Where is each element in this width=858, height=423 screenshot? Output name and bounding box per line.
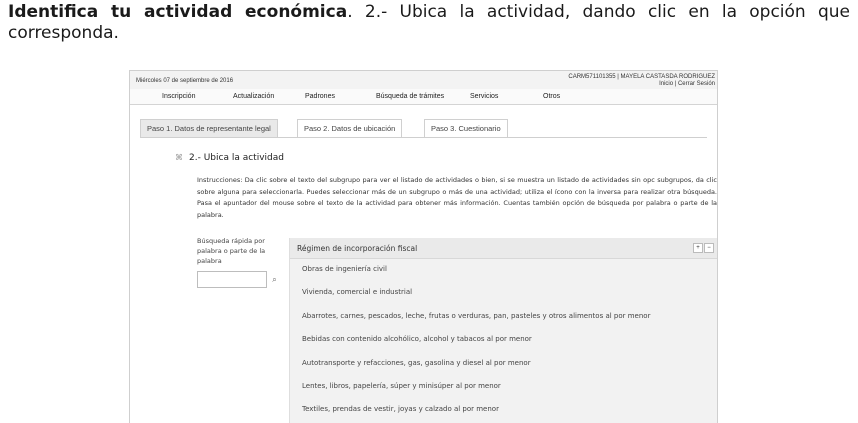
user-info: CARM571101355 | MAYELA CASTASDA RODRIGUE… <box>568 74 715 88</box>
current-date: Miércoles 07 de septiembre de 2016 <box>136 78 234 84</box>
menu-item-otros[interactable]: Otros <box>543 93 560 100</box>
section-title: ⌘ 2.- Ubica la actividad <box>175 153 284 163</box>
list-item[interactable]: Obras de ingeniería civil <box>290 258 717 281</box>
menu-item-busqueda-tramites[interactable]: Búsqueda de trámites <box>376 93 444 100</box>
list-item[interactable]: Autotransporte y refacciones, gas, gasol… <box>290 352 717 375</box>
user-name: CARM571101355 | MAYELA CASTASDA RODRIGUE… <box>568 74 715 80</box>
activity-panel: Régimen de incorporación fiscal + − Obras… <box>289 238 717 423</box>
panel-controls: + − <box>692 243 714 253</box>
search-input[interactable] <box>197 271 267 288</box>
panel-header: Régimen de incorporación fiscal + − <box>290 238 717 259</box>
activity-list: Obras de ingeniería civil Vivienda, come… <box>290 258 717 422</box>
section-title-text: 2.- Ubica la actividad <box>189 153 284 163</box>
list-item[interactable]: Vivienda, comercial e industrial <box>290 281 717 304</box>
heading-bold: Identifica tu actividad económica <box>8 2 348 22</box>
menu-item-padrones[interactable]: Padrones <box>305 93 335 100</box>
top-bar: Miércoles 07 de septiembre de 2016 CARM5… <box>130 71 717 90</box>
menu-item-inscripcion[interactable]: Inscripción <box>162 93 195 100</box>
tab-paso-3[interactable]: Paso 3. Cuestionario <box>424 119 508 137</box>
app-screenshot: Miércoles 07 de septiembre de 2016 CARM5… <box>129 70 718 423</box>
tab-paso-1[interactable]: Paso 1. Datos de representante legal <box>140 119 278 137</box>
list-item[interactable]: Lentes, libros, papelería, súper y minis… <box>290 375 717 398</box>
collapse-icon[interactable]: − <box>704 243 714 253</box>
session-links[interactable]: Inicio | Cerrar Sesión <box>568 81 715 88</box>
instructions-text: Instrucciones: Da clic sobre el texto de… <box>197 176 717 219</box>
collapse-toggle-icon[interactable]: ⌘ <box>175 153 183 162</box>
list-item[interactable]: Bebidas con contenido alcohólico, alcoho… <box>290 328 717 351</box>
menu-item-actualizacion[interactable]: Actualización <box>233 93 274 100</box>
quick-search: ⌕ <box>197 271 283 288</box>
menu-item-servicios[interactable]: Servicios <box>470 93 498 100</box>
list-item[interactable]: Textiles, prendas de vestir, joyas y cal… <box>290 398 717 421</box>
page-heading: Identifica tu actividad económica. 2.- U… <box>8 2 850 44</box>
main-menu: Inscripción Actualización Padrones Búsqu… <box>130 89 717 105</box>
panel-title: Régimen de incorporación fiscal <box>297 244 418 253</box>
search-icon[interactable]: ⌕ <box>267 271 282 288</box>
expand-icon[interactable]: + <box>693 243 703 253</box>
step-tabs: Paso 1. Datos de representante legal Pas… <box>140 119 707 138</box>
list-item[interactable]: Abarrotes, carnes, pescados, leche, frut… <box>290 305 717 328</box>
quick-search-label: Búsqueda rápida por palabra o parte de l… <box>197 237 266 265</box>
tab-paso-2[interactable]: Paso 2. Datos de ubicación <box>297 119 403 137</box>
